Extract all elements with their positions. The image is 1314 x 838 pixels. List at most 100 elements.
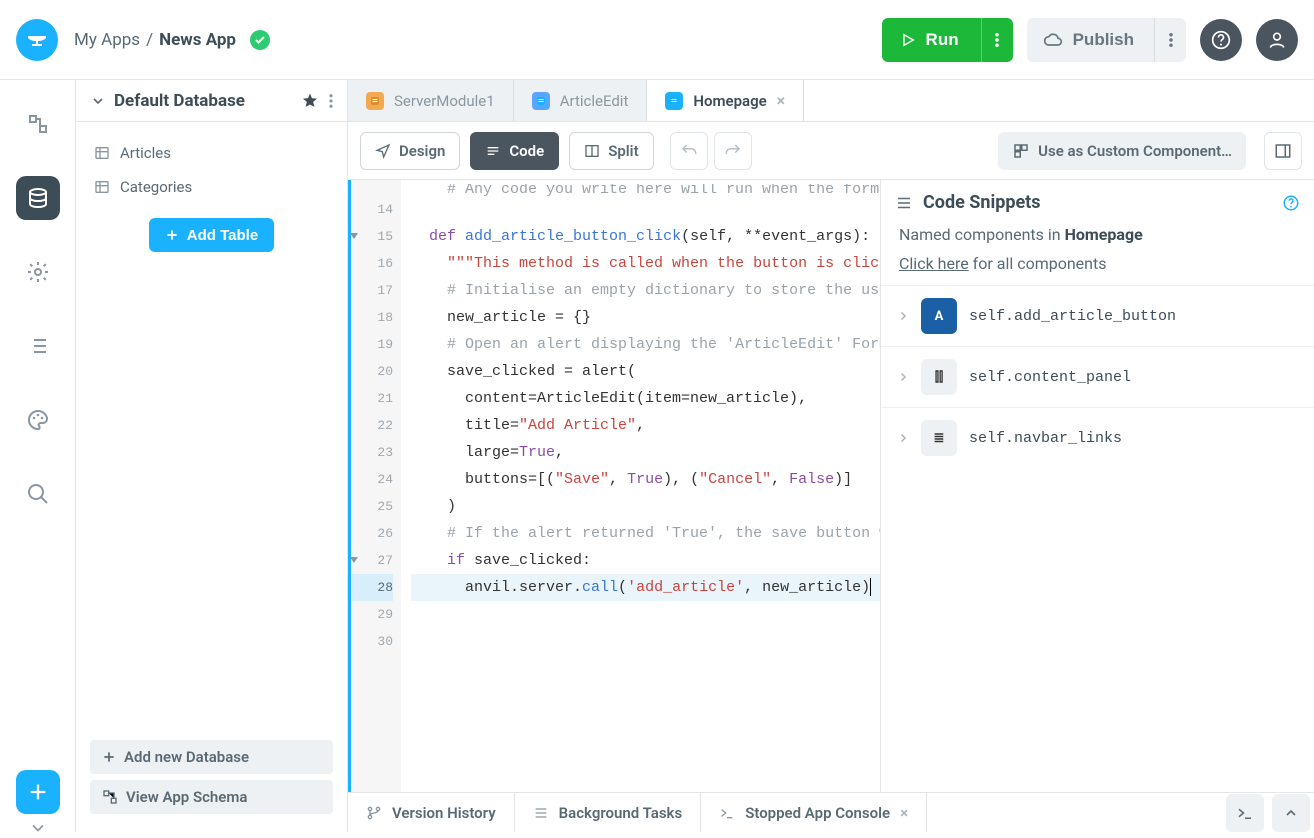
table-item[interactable]: Categories: [90, 170, 333, 204]
bottom-bar: Version History Background Tasks Stopped…: [348, 792, 1314, 832]
kebab-icon: [329, 94, 333, 108]
background-tasks-tab[interactable]: Background Tasks: [515, 793, 702, 832]
chevron-right-icon: [897, 371, 909, 383]
use-custom-component-button[interactable]: Use as Custom Component…: [998, 132, 1246, 170]
snippets-sublink: Click here for all components: [881, 250, 1314, 285]
component-icon: ⫿⫿: [921, 359, 957, 395]
code-editor[interactable]: 1415161718192021222324252627282930 # Any…: [348, 180, 880, 792]
rail-list[interactable]: [16, 324, 60, 368]
app-header: My Apps / News App Run Publish: [0, 0, 1314, 80]
component-icon: A: [921, 298, 957, 334]
code-content[interactable]: # Any code you write here will run when …: [401, 180, 880, 792]
editor-tab[interactable]: ArticleEdit: [514, 80, 648, 121]
breadcrumb-app-name[interactable]: News App: [159, 30, 236, 50]
app-tree-icon: [26, 112, 50, 136]
gear-icon: [26, 260, 50, 284]
code-snippets-panel: Code Snippets Named components in Homepa…: [880, 180, 1314, 792]
split-tab-button[interactable]: Split: [569, 132, 653, 170]
expand-panel-button[interactable]: [1272, 794, 1310, 832]
help-button[interactable]: [1200, 19, 1242, 61]
redo-button[interactable]: [714, 132, 752, 170]
rail-app[interactable]: [16, 102, 60, 146]
star-icon[interactable]: [301, 92, 319, 110]
editor-tab[interactable]: ServerModule1: [348, 80, 514, 121]
run-button[interactable]: Run: [882, 18, 981, 62]
version-history-tab[interactable]: Version History: [348, 793, 515, 832]
editor-toolbar: Design Code Split Use as Custom Componen…: [348, 122, 1314, 180]
snippet-item[interactable]: Aself.add_article_button: [881, 285, 1314, 346]
close-icon[interactable]: ×: [900, 804, 908, 822]
redo-icon: [724, 142, 742, 160]
list-icon[interactable]: [895, 194, 913, 212]
open-terminal-button[interactable]: [1226, 794, 1264, 832]
tasks-icon: [533, 805, 549, 821]
snippets-title: Code Snippets: [923, 192, 1272, 213]
chevron-down-icon[interactable]: [90, 93, 106, 109]
design-label: Design: [399, 142, 445, 160]
terminal-icon: [719, 805, 735, 821]
code-tab-button[interactable]: Code: [470, 132, 559, 170]
close-icon[interactable]: ×: [777, 91, 786, 110]
snippet-name: self.navbar_links: [969, 430, 1122, 447]
snippet-name: self.add_article_button: [969, 308, 1176, 325]
chevron-right-icon: [897, 310, 909, 322]
rail-search[interactable]: [16, 472, 60, 516]
add-database-button[interactable]: Add new Database: [90, 740, 333, 774]
console-label: Stopped App Console: [745, 804, 890, 822]
tables-list: Articles Categories Add Table: [76, 122, 347, 266]
tab-label: ArticleEdit: [560, 92, 629, 110]
search-icon: [26, 482, 50, 506]
database-panel: Default Database Articles Categories Add…: [76, 80, 348, 832]
rail-theme[interactable]: [16, 398, 60, 442]
snippet-item[interactable]: ⫿⫿self.content_panel: [881, 346, 1314, 407]
chevron-down-icon: [28, 818, 48, 838]
toggle-side-panel-button[interactable]: [1264, 132, 1302, 170]
editor-tab[interactable]: Homepage ×: [647, 80, 804, 121]
anvil-logo[interactable]: [16, 19, 58, 61]
kebab-icon: [995, 33, 999, 47]
rail-database[interactable]: [16, 176, 60, 220]
main-area: ServerModule1 ArticleEdit Homepage × Design…: [348, 80, 1314, 832]
kebab-icon: [1169, 33, 1173, 47]
play-icon: [900, 32, 916, 48]
database-panel-footer: Add new Database View App Schema: [76, 734, 347, 832]
run-label: Run: [926, 30, 959, 50]
cloud-icon: [1043, 30, 1063, 50]
publish-button[interactable]: Publish: [1027, 18, 1154, 62]
database-panel-header: Default Database: [76, 80, 347, 122]
view-schema-button[interactable]: View App Schema: [90, 780, 333, 814]
help-icon: [1211, 30, 1231, 50]
table-item[interactable]: Articles: [90, 136, 333, 170]
tab-label: Homepage: [693, 92, 766, 110]
help-icon[interactable]: [1282, 194, 1300, 212]
panel-kebab[interactable]: [329, 94, 333, 108]
left-rail: [0, 80, 76, 832]
design-tab-button[interactable]: Design: [360, 132, 460, 170]
rail-add-button[interactable]: [16, 770, 60, 814]
user-icon: [1267, 30, 1287, 50]
branch-icon: [366, 805, 382, 821]
console-tab[interactable]: Stopped App Console ×: [701, 793, 927, 832]
paper-plane-icon: [375, 143, 391, 159]
terminal-icon: [1236, 804, 1254, 822]
database-icon: [26, 186, 50, 210]
rail-settings[interactable]: [16, 250, 60, 294]
publish-more-button[interactable]: [1154, 18, 1186, 62]
plus-icon: [165, 228, 179, 242]
add-table-button[interactable]: Add Table: [149, 218, 274, 252]
account-button[interactable]: [1256, 19, 1298, 61]
undo-button[interactable]: [670, 132, 708, 170]
rail-expand-icon[interactable]: [28, 818, 48, 838]
schema-icon: [102, 789, 118, 805]
form-icon: [665, 92, 683, 110]
snippet-item[interactable]: ≣self.navbar_links: [881, 407, 1314, 468]
click-here-link[interactable]: Click here: [899, 254, 969, 273]
run-more-button[interactable]: [981, 18, 1013, 62]
form-icon: [366, 92, 384, 110]
breadcrumb: My Apps / News App: [74, 30, 270, 50]
usecc-label: Use as Custom Component…: [1038, 142, 1232, 160]
component-icon: [1012, 142, 1030, 160]
breadcrumb-root[interactable]: My Apps: [74, 30, 140, 50]
table-icon: [94, 145, 110, 161]
publish-label: Publish: [1073, 30, 1134, 50]
